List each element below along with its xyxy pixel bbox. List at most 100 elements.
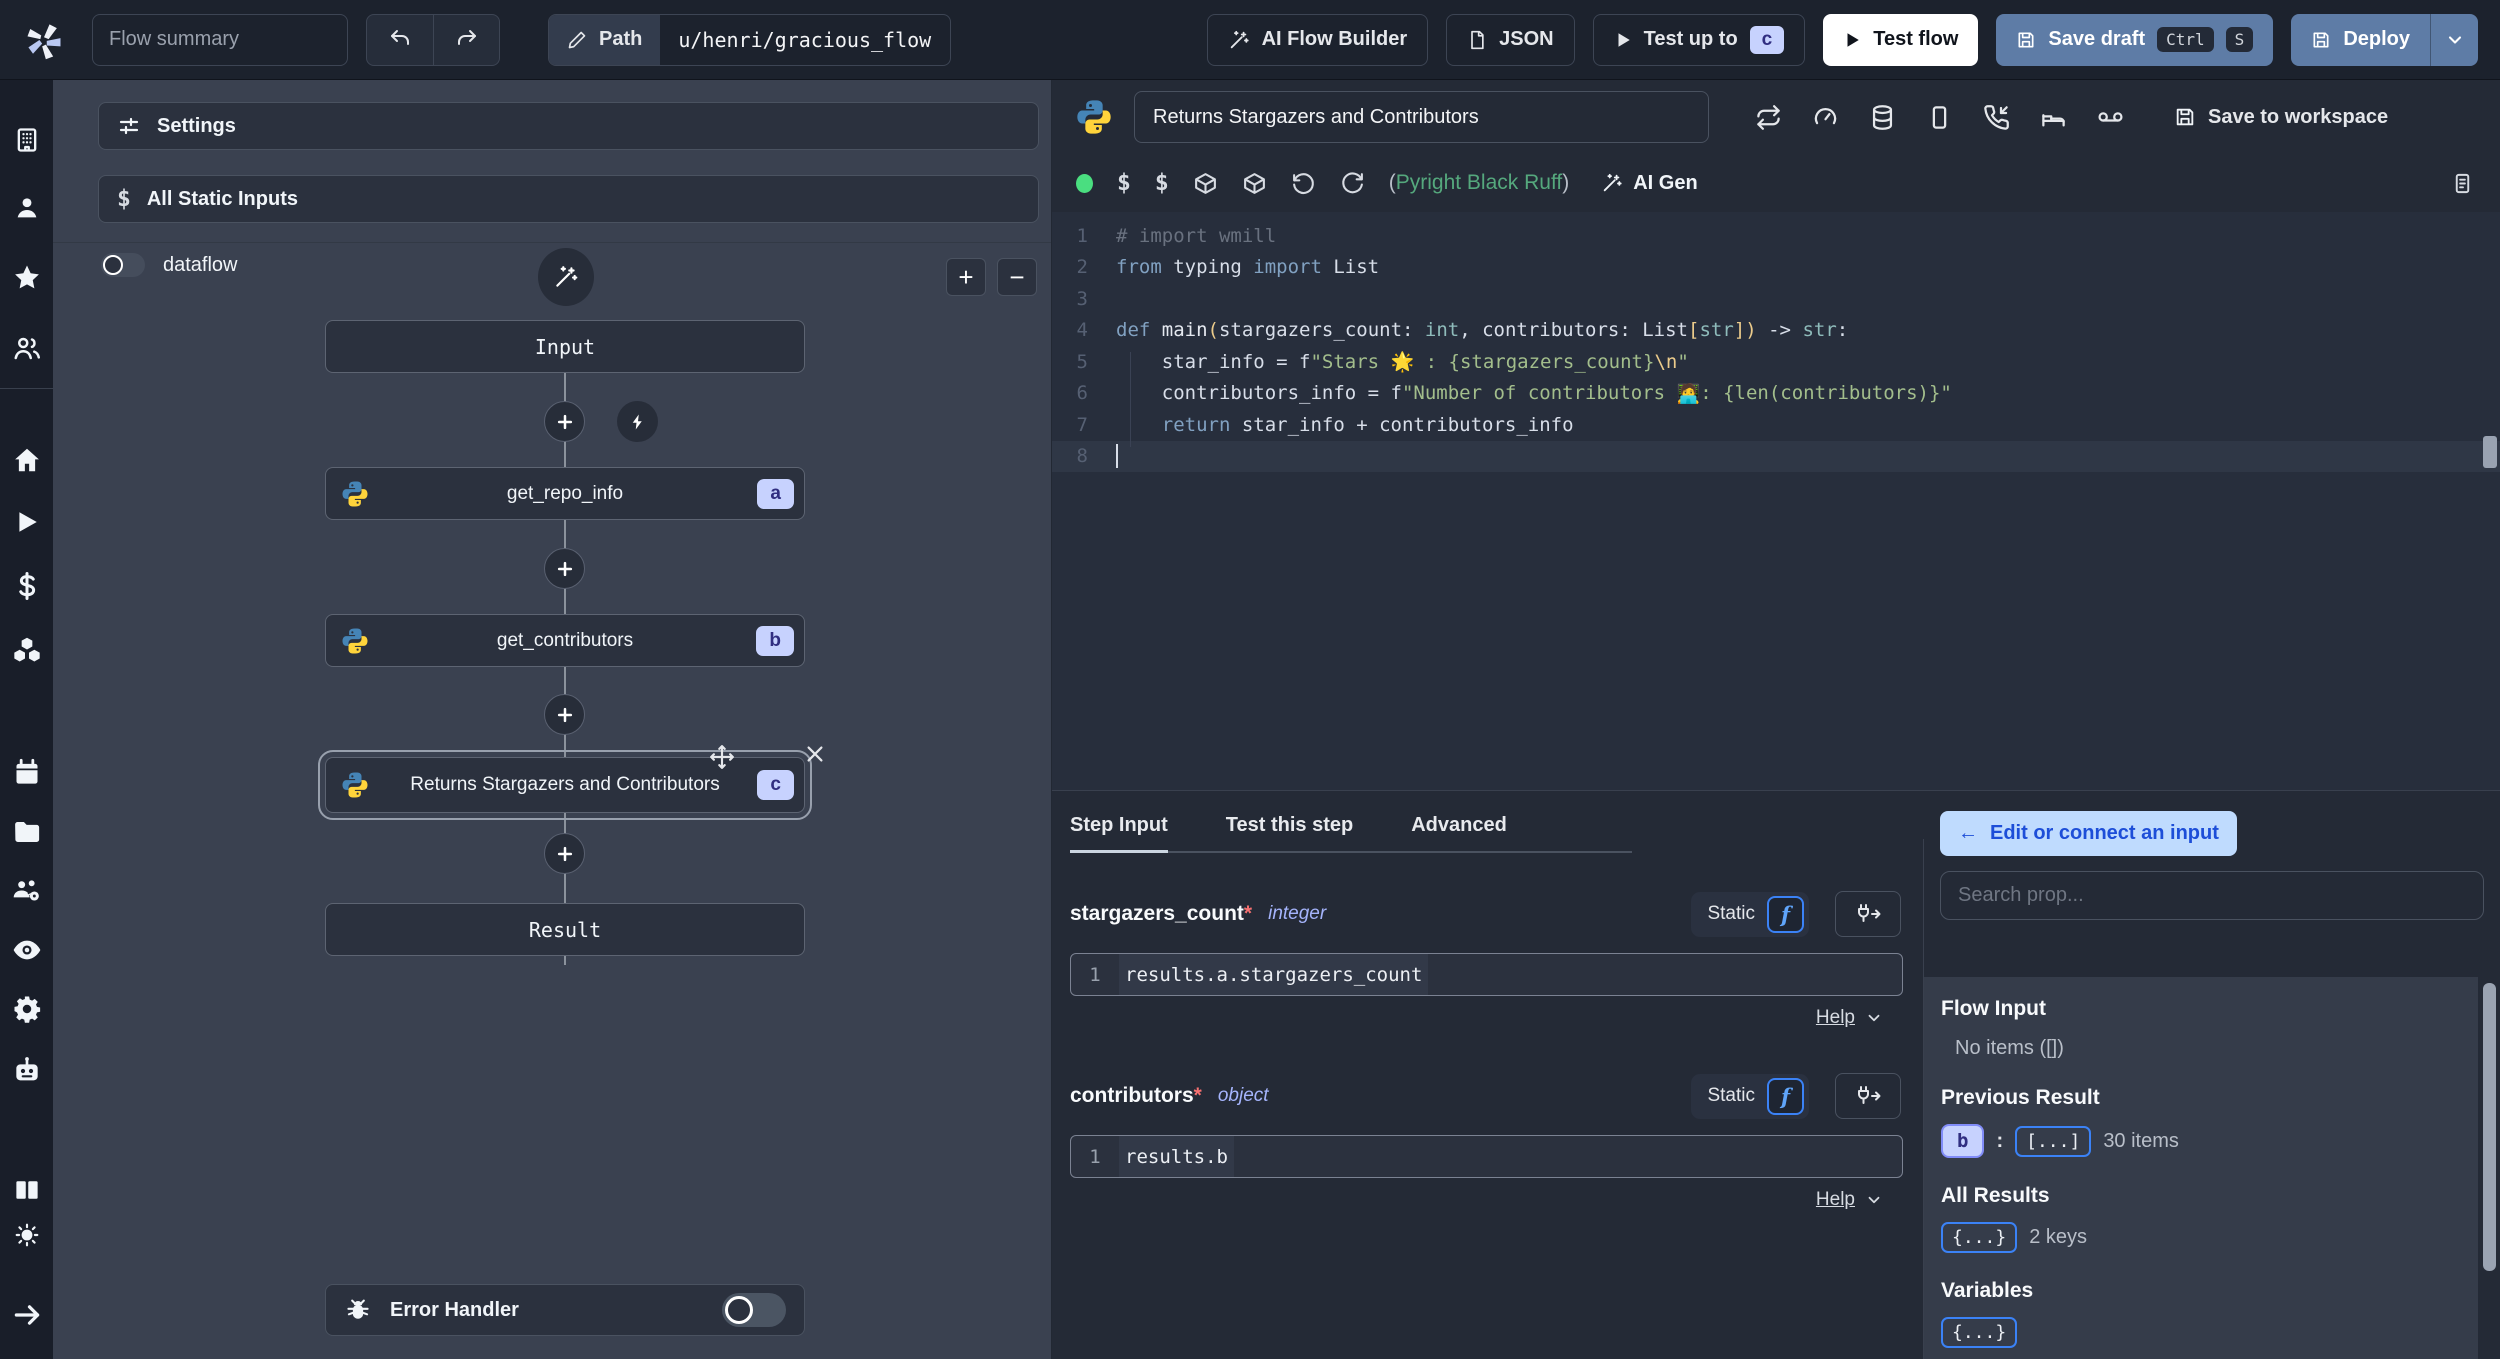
cache-database-icon[interactable]: [1869, 104, 1896, 131]
resources-cubes-icon[interactable]: [11, 634, 43, 666]
edit-or-connect-button[interactable]: ← Edit or connect an input: [1940, 811, 2237, 856]
docs-books-icon[interactable]: [12, 1175, 42, 1205]
save-icon: [2016, 30, 2036, 50]
audit-eye-icon[interactable]: [11, 934, 43, 966]
node-c-badge: c: [757, 770, 794, 800]
expr-input[interactable]: 1 results.a.stargazers_count: [1070, 953, 1903, 996]
collapsed-array-chip[interactable]: [...]: [2015, 1125, 2092, 1157]
ai-flow-builder-button[interactable]: AI Flow Builder: [1206, 13, 1429, 66]
ai-graph-wand-button[interactable]: [538, 248, 594, 306]
help-link[interactable]: Help: [1816, 1007, 1855, 1029]
sleep-voicemail-icon[interactable]: [2097, 104, 2124, 131]
test-up-to-button[interactable]: Test up to c: [1592, 13, 1806, 66]
editor-scrollbar-thumb[interactable]: [2483, 436, 2497, 468]
pencil-icon: [567, 30, 587, 50]
user-icon[interactable]: [13, 194, 41, 222]
dataflow-toggle[interactable]: [101, 253, 145, 277]
early-stop-phone-icon[interactable]: [1983, 104, 2010, 131]
add-step-button-4[interactable]: [544, 833, 585, 874]
flow-node-b[interactable]: get_contributors b: [325, 614, 805, 667]
error-handler-label: Error Handler: [390, 1298, 519, 1321]
package-icon[interactable]: [1193, 171, 1218, 196]
scrollbar-thumb[interactable]: [2483, 983, 2496, 1271]
star-icon[interactable]: [12, 263, 42, 293]
trigger-bolt-button[interactable]: [617, 401, 658, 442]
add-step-button-2[interactable]: [544, 548, 585, 589]
delete-node-button[interactable]: [804, 743, 826, 765]
step-title-input[interactable]: [1134, 91, 1709, 143]
workspace-building-icon[interactable]: [13, 126, 41, 154]
error-handler-toggle[interactable]: [722, 1293, 786, 1327]
flow-node-c-selected[interactable]: Returns Stargazers and Contributors c: [318, 745, 823, 820]
chevron-down-icon[interactable]: [1865, 1009, 1883, 1027]
test-up-to-step-badge[interactable]: c: [1749, 25, 1785, 54]
help-link[interactable]: Help: [1816, 1189, 1855, 1211]
groups-icon[interactable]: [11, 874, 43, 906]
settings-gear-icon[interactable]: [12, 994, 42, 1024]
code-editor[interactable]: 1 # import wmill 2 from typing import List 3…: [1052, 212, 2500, 790]
javascript-expr-button[interactable]: f: [1767, 1077, 1804, 1115]
tab-step-input[interactable]: Step Input: [1070, 801, 1168, 853]
runs-play-icon[interactable]: [14, 509, 40, 535]
expand-arrow-icon[interactable]: [12, 1300, 42, 1330]
theme-sun-icon[interactable]: [14, 1222, 40, 1248]
dollar-action-icon[interactable]: $: [1155, 170, 1169, 196]
ai-gen-label: AI Gen: [1633, 171, 1698, 194]
path-control[interactable]: Path u/henri/gracious_flow: [548, 13, 952, 66]
mock-square-icon[interactable]: [1926, 104, 1953, 131]
windmill-logo-icon[interactable]: [22, 18, 66, 62]
collapsed-object-chip[interactable]: {...}: [1941, 1222, 2018, 1253]
flow-node-a[interactable]: get_repo_info a: [325, 467, 805, 520]
search-prop-input[interactable]: [1940, 871, 2484, 920]
workers-robot-icon[interactable]: [11, 1055, 43, 1087]
deploy-dropdown-button[interactable]: [2430, 13, 2478, 66]
save-to-workspace-button[interactable]: Save to workspace: [2174, 106, 2388, 129]
flow-node-result[interactable]: Result: [325, 903, 805, 956]
json-button[interactable]: JSON: [1446, 13, 1575, 66]
home-icon[interactable]: [12, 445, 42, 475]
refresh-icon[interactable]: [1340, 171, 1365, 196]
rotate-ccw-icon[interactable]: [1291, 171, 1316, 196]
tab-test-this-step[interactable]: Test this step: [1226, 801, 1353, 851]
deploy-button[interactable]: Deploy: [2291, 14, 2430, 66]
add-step-button-3[interactable]: [544, 694, 585, 735]
expr-input[interactable]: 1 results.b: [1070, 1135, 1903, 1178]
connect-input-button[interactable]: [1835, 1073, 1901, 1119]
gauge-icon[interactable]: [1812, 104, 1839, 131]
collapsed-object-chip[interactable]: {...}: [1941, 1317, 2018, 1348]
folders-icon[interactable]: [12, 817, 42, 847]
connect-input-button[interactable]: [1835, 891, 1901, 937]
add-step-button-1[interactable]: [544, 401, 585, 442]
input-mode-toggle[interactable]: Static f: [1691, 891, 1809, 937]
test-flow-button[interactable]: Test flow: [1823, 13, 1979, 66]
save-draft-button[interactable]: Save draft Ctrl S: [1996, 13, 2274, 66]
suspend-bed-icon[interactable]: [2040, 104, 2067, 131]
path-value[interactable]: u/henri/gracious_flow: [660, 15, 950, 65]
flow-settings-button[interactable]: Settings: [98, 102, 1039, 150]
script-log-icon[interactable]: [2451, 172, 2474, 195]
ai-gen-button[interactable]: AI Gen: [1601, 171, 1698, 195]
package-icon[interactable]: [1242, 171, 1267, 196]
dollar-action-icon[interactable]: $: [1117, 170, 1131, 196]
move-node-handle-icon[interactable]: [709, 744, 735, 770]
input-mode-toggle[interactable]: Static f: [1691, 1073, 1809, 1119]
redo-button[interactable]: [433, 14, 499, 65]
all-static-inputs-button[interactable]: $ All Static Inputs: [98, 175, 1039, 223]
kbd-ctrl: Ctrl: [2157, 27, 2214, 52]
schedules-calendar-icon[interactable]: [13, 758, 41, 786]
zoom-out-button[interactable]: −: [997, 258, 1037, 296]
chevron-down-icon[interactable]: [1865, 1191, 1883, 1209]
users-icon[interactable]: [12, 333, 42, 363]
variables-dollar-icon[interactable]: [12, 571, 42, 601]
retry-icon[interactable]: [1755, 104, 1782, 131]
python-icon: [1074, 97, 1114, 137]
error-handler-node[interactable]: Error Handler: [325, 1284, 805, 1336]
flow-summary-input[interactable]: [92, 13, 348, 66]
javascript-expr-button[interactable]: f: [1767, 895, 1804, 933]
field-type: object: [1217, 1085, 1269, 1106]
tab-advanced[interactable]: Advanced: [1411, 801, 1507, 851]
flow-node-input[interactable]: Input: [325, 320, 805, 373]
undo-button[interactable]: [367, 15, 433, 65]
result-key-badge[interactable]: b: [1941, 1124, 1985, 1158]
zoom-in-button[interactable]: +: [946, 258, 986, 296]
